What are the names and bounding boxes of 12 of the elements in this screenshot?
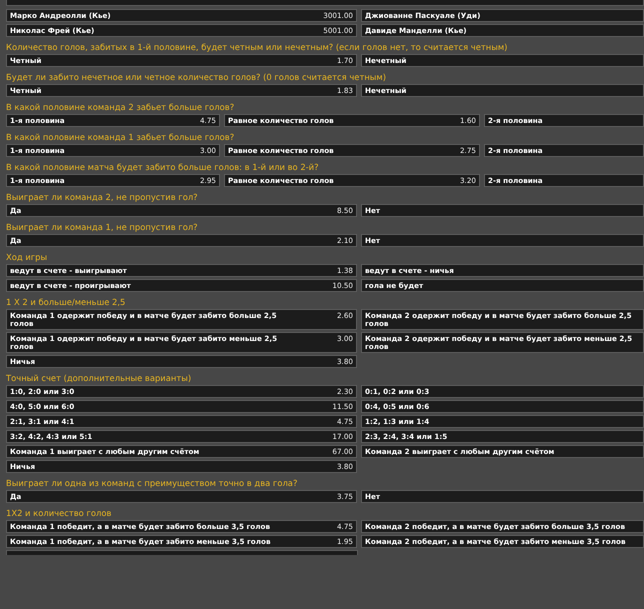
market-title: Точный счет (дополнительные варианты)	[6, 372, 192, 385]
market-title: 1X2 и количество голов	[6, 507, 112, 520]
market-title: Выиграет ли команда 2, не пропустив гол?	[6, 191, 199, 204]
market-title: Ход игры	[6, 251, 48, 264]
market-title: Выиграет ли одна из команд с преимуществом точно в два гола?	[6, 477, 298, 490]
market-title: В какой половине команда 2 забьет больше голов?	[6, 101, 236, 114]
market-title: В какой половине команда 1 забьет больше голов?	[6, 131, 236, 144]
market-title: Будет ли забито нечетное или четное количество голов? (0 голов считается четным)	[6, 71, 387, 84]
market-title: Выиграет ли команда 1, не пропустив гол?	[6, 221, 199, 234]
market-title: В какой половине матча будет забито больше голов: в 1-й или во 2-й?	[6, 161, 320, 174]
market-title: 1 X 2 и больше/меньше 2,5	[6, 296, 126, 309]
market-title: Количество голов, забитых в 1-й половине, будет четным или нечетным? (если голов нет, то считается четным)	[6, 41, 508, 54]
